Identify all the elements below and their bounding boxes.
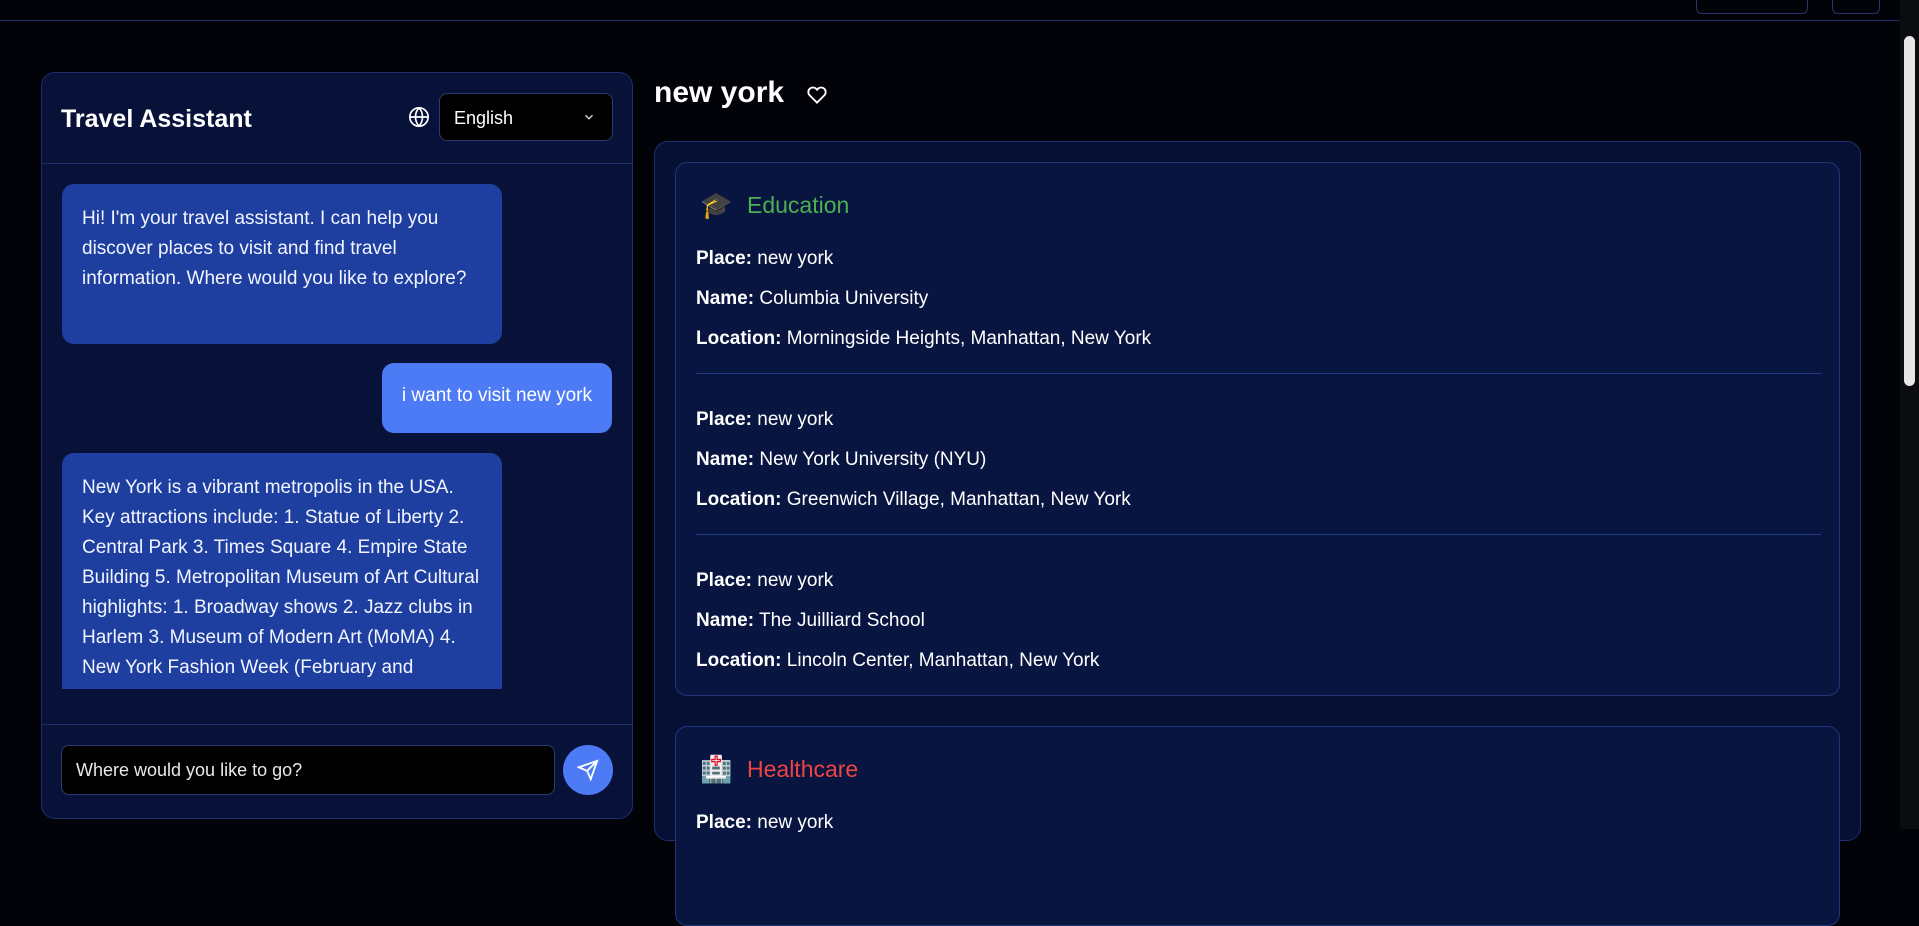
name-value: Columbia University [759, 288, 929, 309]
top-bar [0, 0, 1900, 21]
category-title: Healthcare [747, 756, 859, 782]
assistant-message: New York is a vibrant metropolis in the … [62, 453, 502, 689]
place-entry: Place: new york [696, 803, 1821, 843]
place-title: new york [654, 76, 785, 109]
globe-icon [409, 106, 429, 128]
name-label: Name: [696, 449, 755, 470]
category-card-healthcare: 🏥 Healthcare Place: new york [675, 726, 1840, 926]
category-title: Education [747, 192, 850, 218]
chevron-down-icon [585, 114, 593, 120]
hospital-icon: 🏥 [700, 754, 733, 784]
message-list[interactable]: Hi! I'm your travel assistant. I can hel… [42, 164, 632, 689]
chat-title: Travel Assistant [61, 105, 252, 133]
place-label: Place: [696, 248, 752, 269]
location-value: Morningside Heights, Manhattan, New York [786, 328, 1152, 349]
location-value: Lincoln Center, Manhattan, New York [786, 650, 1100, 671]
scrollbar-thumb[interactable] [1904, 36, 1915, 386]
place-label: Place: [696, 570, 752, 591]
location-value: Greenwich Village, Manhattan, New York [786, 489, 1131, 510]
name-value: New York University (NYU) [759, 449, 987, 470]
heart-icon[interactable] [807, 85, 827, 105]
send-icon [577, 759, 599, 781]
name-label: Name: [696, 288, 755, 309]
place-value: new york [757, 812, 834, 833]
place-value: new york [757, 248, 834, 269]
send-button[interactable] [563, 745, 613, 795]
location-label: Location: [696, 489, 782, 510]
chat-footer [42, 724, 632, 818]
chat-input[interactable] [61, 745, 555, 795]
place-label: Place: [696, 409, 752, 430]
page-scrollbar[interactable] [1900, 0, 1919, 829]
name-value: The Juilliard School [759, 610, 925, 631]
place-value: new york [757, 409, 834, 430]
name-label: Name: [696, 610, 755, 631]
place-value: new york [757, 570, 834, 591]
place-label: Place: [696, 812, 752, 833]
chat-panel: Travel Assistant English Hi! I'm your tr… [41, 72, 633, 819]
location-label: Location: [696, 650, 782, 671]
place-entry: Place: new york Name: New York Universit… [696, 400, 1821, 520]
assistant-message: Hi! I'm your travel assistant. I can hel… [62, 184, 502, 344]
category-card-education: 🎓 Education Place: new york Name: Columb… [675, 162, 1840, 696]
place-details-panel[interactable]: 🎓 Education Place: new york Name: Columb… [654, 141, 1861, 926]
graduation-cap-icon: 🎓 [700, 190, 733, 220]
divider [696, 373, 1821, 374]
top-bar-button[interactable] [1696, 0, 1808, 14]
location-label: Location: [696, 328, 782, 349]
place-entry: Place: new york Name: Columbia Universit… [696, 239, 1821, 359]
divider [696, 534, 1821, 535]
top-bar-icon-button[interactable] [1832, 0, 1880, 14]
place-entry: Place: new york Name: The Juilliard Scho… [696, 561, 1821, 681]
language-select-value: English [454, 108, 514, 128]
chat-header: Travel Assistant English [42, 73, 632, 164]
user-message: i want to visit new york [381, 363, 612, 433]
language-select[interactable]: English [439, 93, 613, 141]
